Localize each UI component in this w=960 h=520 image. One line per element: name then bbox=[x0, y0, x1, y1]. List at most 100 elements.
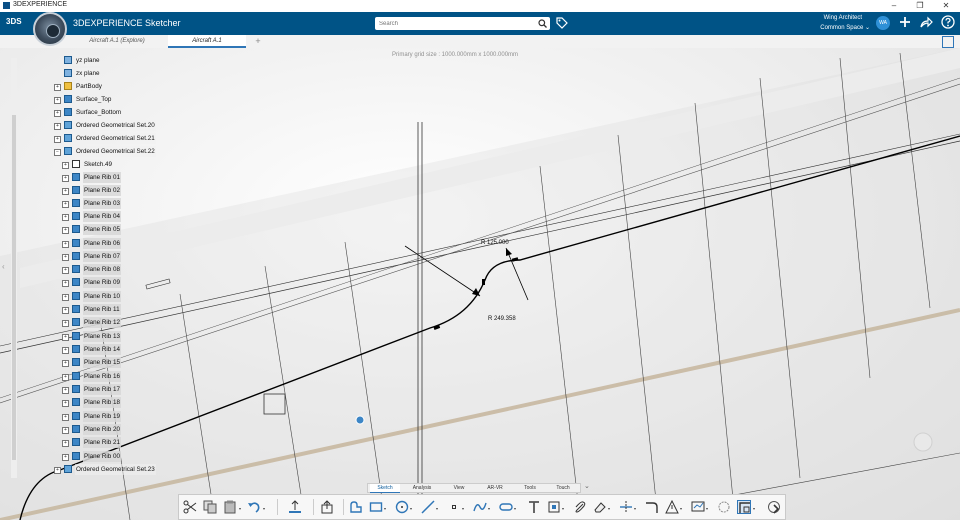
expand-toggle[interactable]: + bbox=[62, 454, 69, 461]
ds-logo[interactable]: 3DS bbox=[6, 17, 22, 26]
expand-toggle[interactable]: + bbox=[54, 136, 61, 143]
tab-aircraft-active[interactable]: Aircraft A.1 bbox=[168, 35, 246, 48]
line-icon[interactable] bbox=[421, 500, 435, 514]
collapse-panel-arrow-icon[interactable]: ‹ bbox=[2, 262, 5, 271]
expand-toggle[interactable]: + bbox=[62, 334, 69, 341]
dropdown-arrow-icon[interactable]: ▾ bbox=[384, 506, 387, 511]
section-tab-ar-vr[interactable]: AR-VR bbox=[478, 484, 512, 492]
search-icon[interactable] bbox=[538, 19, 547, 30]
wing-geometry[interactable] bbox=[0, 48, 960, 520]
cut-icon[interactable] bbox=[183, 500, 197, 514]
plus-icon[interactable] bbox=[898, 15, 912, 31]
expand-toggle[interactable]: + bbox=[62, 294, 69, 301]
share-icon[interactable] bbox=[919, 15, 933, 31]
expand-toggle[interactable]: + bbox=[62, 201, 69, 208]
dropdown-arrow-icon[interactable]: ▾ bbox=[436, 506, 439, 511]
next-toolbar-icon[interactable] bbox=[768, 501, 780, 514]
expand-toggle[interactable]: + bbox=[62, 214, 69, 221]
constraint-icon[interactable] bbox=[547, 500, 561, 514]
sketch-analysis-icon[interactable] bbox=[691, 500, 705, 514]
expand-toggle[interactable]: + bbox=[62, 175, 69, 182]
avatar[interactable]: WA bbox=[876, 16, 890, 30]
undo-icon[interactable] bbox=[247, 500, 261, 514]
section-tab-analysis[interactable]: Analysis bbox=[406, 484, 438, 492]
tag-icon[interactable] bbox=[556, 17, 568, 31]
profile-icon[interactable] bbox=[349, 500, 363, 514]
expand-toggle[interactable]: + bbox=[54, 123, 61, 130]
collapse-actionbar-chevron-icon[interactable]: ⌄ bbox=[584, 482, 590, 490]
dropdown-arrow-icon[interactable]: ▾ bbox=[680, 506, 683, 511]
expand-toggle[interactable]: + bbox=[62, 320, 69, 327]
minimize-button[interactable]: – bbox=[886, 0, 902, 12]
collapse-toggle[interactable]: − bbox=[54, 149, 61, 156]
expand-toggle[interactable]: + bbox=[62, 387, 69, 394]
snap-icon[interactable] bbox=[717, 500, 731, 514]
section-tab-tools[interactable]: Tools bbox=[516, 484, 544, 492]
expand-toggle[interactable]: + bbox=[62, 347, 69, 354]
corner-icon[interactable] bbox=[645, 500, 659, 514]
grid-snap-icon[interactable] bbox=[737, 500, 751, 514]
oblong-icon[interactable] bbox=[499, 500, 513, 514]
warning-icon[interactable] bbox=[665, 500, 679, 514]
text-icon[interactable] bbox=[527, 500, 541, 514]
expand-toggle[interactable]: + bbox=[62, 280, 69, 287]
sketch-normal-view-icon[interactable] bbox=[288, 500, 302, 514]
dropdown-arrow-icon[interactable]: ▾ bbox=[462, 506, 465, 511]
expand-toggle[interactable]: + bbox=[62, 414, 69, 421]
expand-toggle[interactable]: + bbox=[62, 400, 69, 407]
tree-scrollbar-thumb[interactable] bbox=[12, 115, 16, 460]
expand-toggle[interactable]: + bbox=[62, 440, 69, 447]
dropdown-arrow-icon[interactable]: ▾ bbox=[263, 506, 266, 511]
dimension-radius-249[interactable]: R 249.358 bbox=[488, 316, 516, 322]
expand-toggle[interactable]: + bbox=[62, 307, 69, 314]
section-tab-touch[interactable]: Touch bbox=[548, 484, 578, 492]
section-tab-view[interactable]: View bbox=[444, 484, 474, 492]
add-tab-button[interactable]: + bbox=[252, 35, 264, 48]
eraser-icon[interactable] bbox=[593, 500, 607, 514]
maximize-button[interactable]: ❐ bbox=[912, 0, 928, 12]
dropdown-arrow-icon[interactable]: ▾ bbox=[562, 506, 565, 511]
dropdown-arrow-icon[interactable]: ▾ bbox=[706, 506, 709, 511]
expand-toggle[interactable]: + bbox=[62, 267, 69, 274]
dropdown-arrow-icon[interactable]: ▾ bbox=[488, 506, 491, 511]
help-icon[interactable] bbox=[941, 15, 955, 31]
expand-toggle[interactable]: + bbox=[54, 84, 61, 91]
dropdown-arrow-icon[interactable]: ▾ bbox=[608, 506, 611, 511]
spline-icon[interactable] bbox=[473, 500, 487, 514]
point-icon[interactable] bbox=[447, 500, 461, 514]
3d-viewport[interactable]: Primary grid size : 1000.000mm x 1000.00… bbox=[0, 48, 960, 520]
dimension-radius-125[interactable]: R 125.000 bbox=[481, 240, 509, 246]
circle-icon[interactable] bbox=[395, 500, 409, 514]
expand-toggle[interactable]: + bbox=[62, 188, 69, 195]
trim-icon[interactable] bbox=[619, 500, 633, 514]
dropdown-arrow-icon[interactable]: ▾ bbox=[753, 506, 756, 511]
attach-icon[interactable] bbox=[573, 500, 587, 514]
exit-sketch-icon[interactable] bbox=[320, 500, 334, 514]
expand-toggle[interactable]: + bbox=[62, 360, 69, 367]
paste-icon[interactable] bbox=[223, 500, 237, 514]
fullscreen-icon[interactable] bbox=[942, 36, 954, 48]
expand-toggle[interactable]: + bbox=[54, 110, 61, 117]
dropdown-arrow-icon[interactable]: ▾ bbox=[410, 506, 413, 511]
play-icon[interactable] bbox=[46, 24, 60, 38]
tab-aircraft-explore[interactable]: Aircraft A.1 (Explore) bbox=[78, 35, 156, 48]
rectangle-icon[interactable] bbox=[369, 500, 383, 514]
search-box[interactable] bbox=[375, 17, 550, 30]
dropdown-arrow-icon[interactable]: ▾ bbox=[634, 506, 637, 511]
search-input[interactable] bbox=[379, 17, 529, 30]
dropdown-arrow-icon[interactable]: ▾ bbox=[239, 506, 242, 511]
expand-toggle[interactable]: + bbox=[62, 162, 69, 169]
compass-widget[interactable] bbox=[33, 12, 67, 46]
expand-toggle[interactable]: + bbox=[54, 467, 61, 474]
section-tab-sketch[interactable]: Sketch bbox=[370, 484, 400, 493]
expand-toggle[interactable]: + bbox=[62, 374, 69, 381]
expand-toggle[interactable]: + bbox=[62, 254, 69, 261]
expand-toggle[interactable]: + bbox=[54, 97, 61, 104]
close-button[interactable]: ✕ bbox=[938, 0, 954, 12]
expand-toggle[interactable]: + bbox=[62, 241, 69, 248]
expand-toggle[interactable]: + bbox=[62, 427, 69, 434]
copy-icon[interactable] bbox=[203, 500, 217, 514]
dropdown-arrow-icon[interactable]: ▾ bbox=[514, 506, 517, 511]
expand-toggle[interactable]: + bbox=[62, 227, 69, 234]
collaborative-space-selector[interactable]: Common Space ⌄ bbox=[790, 24, 870, 31]
